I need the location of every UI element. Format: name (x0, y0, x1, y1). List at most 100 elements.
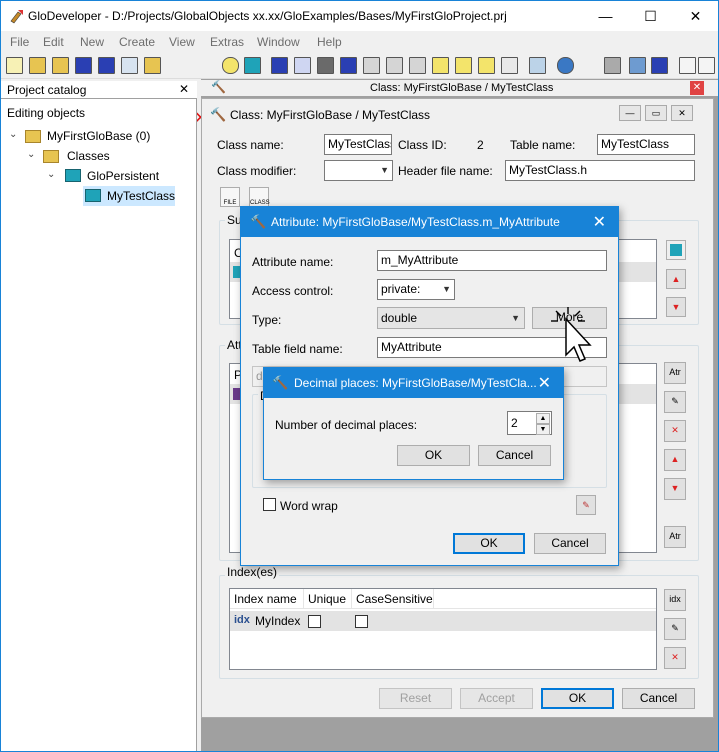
decimal-ok-button[interactable]: OK (397, 445, 470, 466)
collapse-chevron-icon[interactable]: ⌄ (47, 165, 55, 185)
decimal-dialog-titlebar: 🔨 Decimal places: MyFirstGloBase/MyTestC… (264, 368, 563, 398)
maximize-button[interactable]: ☐ (628, 1, 673, 31)
table-name-field[interactable]: MyTestClass (597, 134, 695, 155)
tree-node-classes[interactable]: ⌄ Classes (27, 146, 187, 166)
decimal-dialog-title: Decimal places: MyFirstGloBase/MyTestCla… (294, 376, 537, 390)
index-col-name[interactable]: Index name (230, 589, 304, 609)
properties-icon[interactable] (121, 57, 138, 74)
unique-checkbox[interactable] (308, 615, 321, 628)
open-db-icon[interactable] (144, 57, 161, 74)
menu-help[interactable]: Help (317, 35, 342, 49)
menu-view[interactable]: View (169, 35, 195, 49)
index-row[interactable]: idx MyIndex (230, 611, 656, 631)
folder-icon (43, 150, 59, 163)
mdi-close-icon[interactable]: ✕ (690, 81, 704, 95)
open-folder-icon[interactable] (29, 57, 46, 74)
decimal-cancel-button[interactable]: Cancel (478, 445, 551, 466)
book-icon[interactable] (679, 57, 696, 74)
super-down-icon[interactable]: ▼ (666, 297, 686, 317)
attribute-name-field[interactable]: m_MyAttribute (377, 250, 607, 271)
attribute-cancel-button[interactable]: Cancel (534, 533, 606, 554)
spin-up-icon[interactable]: ▲ (536, 413, 550, 424)
stack-icon[interactable] (294, 57, 311, 74)
help-book-icon[interactable] (698, 57, 715, 74)
new-project-icon[interactable] (6, 57, 23, 74)
class-modifier-combo[interactable]: ▼ (324, 160, 393, 181)
super-up-icon[interactable]: ▲ (666, 269, 686, 289)
attr-up-icon[interactable]: ▲ (664, 449, 686, 471)
attr-list-icon[interactable]: Atr (664, 526, 686, 548)
index-list[interactable]: Index name Unique CaseSensitive idx MyIn… (229, 588, 657, 670)
index-edit-icon[interactable]: ✎ (664, 618, 686, 640)
super-edit-icon[interactable] (666, 240, 686, 260)
globe-icon[interactable] (557, 57, 574, 74)
index-col-casesensitive[interactable]: CaseSensitive (352, 589, 434, 609)
class-ok-button[interactable]: OK (541, 688, 614, 709)
menu-new[interactable]: New (80, 35, 104, 49)
save-class-icon[interactable] (271, 57, 288, 74)
spin-down-icon[interactable]: ▼ (536, 424, 550, 435)
edit-pencil-icon[interactable]: ✎ (576, 495, 596, 515)
decimal-dialog-close-icon[interactable]: ✕ (538, 373, 551, 393)
source-icon[interactable] (478, 57, 495, 74)
accept-button[interactable]: Accept (460, 688, 533, 709)
copy2-icon[interactable] (386, 57, 403, 74)
menu-window[interactable]: Window (257, 35, 300, 49)
save-all-icon[interactable] (98, 57, 115, 74)
casesensitive-checkbox[interactable] (355, 615, 368, 628)
menu-edit[interactable]: Edit (43, 35, 64, 49)
index-list-header: Index name Unique CaseSensitive (230, 589, 656, 609)
tree-node-base[interactable]: ⌄ MyFirstGloBase (0) (9, 126, 189, 146)
layers-icon[interactable] (317, 57, 334, 74)
tree-label: MyTestClass (107, 189, 176, 203)
word-wrap-checkbox[interactable] (263, 498, 276, 511)
class-window-close[interactable]: ✕ (671, 105, 693, 121)
attr-edit-icon[interactable]: ✎ (664, 391, 686, 413)
menu-create[interactable]: Create (119, 35, 155, 49)
header-icon[interactable] (432, 57, 449, 74)
collapse-chevron-icon[interactable]: ⌄ (27, 145, 35, 165)
class-window-restore[interactable]: ▭ (645, 105, 667, 121)
class-icon[interactable] (244, 57, 261, 74)
open-base-icon[interactable] (52, 57, 69, 74)
tree-node-glopersistent[interactable]: ⌄ GloPersistent (47, 166, 187, 186)
header-file-field[interactable]: MyTestClass.h (505, 160, 695, 181)
class-button[interactable]: CLASS (249, 187, 270, 207)
minimize-button[interactable]: — (583, 1, 628, 31)
index-delete-icon[interactable]: ✕ (664, 647, 686, 669)
copy3-icon[interactable] (409, 57, 426, 74)
cascade-icon[interactable] (651, 57, 668, 74)
chevron-down-icon: ▼ (511, 313, 520, 323)
file-button[interactable]: FILE (220, 187, 240, 207)
tree-icon[interactable] (529, 57, 546, 74)
attr-down-icon[interactable]: ▼ (664, 478, 686, 500)
save-icon[interactable] (75, 57, 92, 74)
class-modifier-label: Class modifier: (217, 164, 297, 178)
catalog-close-icon[interactable]: ✕ (179, 82, 189, 96)
doc-icon[interactable] (501, 57, 518, 74)
list-icon[interactable] (340, 57, 357, 74)
attr-new-icon[interactable]: Atr (664, 362, 686, 384)
tree-node-mytestclass[interactable]: MyTestClass (83, 186, 175, 206)
class-name-field[interactable]: MyTestClass (324, 134, 392, 155)
attribute-dialog-close-icon[interactable]: ✕ (593, 212, 606, 232)
menu-file[interactable]: File (10, 35, 29, 49)
settings-icon[interactable] (604, 57, 621, 74)
index-new-icon[interactable]: idx (664, 589, 686, 611)
menu-extras[interactable]: Extras (210, 35, 244, 49)
close-button[interactable]: ✕ (673, 1, 718, 31)
type-combo[interactable]: double ▼ (377, 307, 525, 329)
class-window-minimize[interactable]: — (619, 105, 641, 121)
window-icon[interactable] (629, 57, 646, 74)
light-icon[interactable] (222, 57, 239, 74)
class-cancel-button[interactable]: Cancel (622, 688, 695, 709)
link-icon[interactable] (455, 57, 472, 74)
reset-button[interactable]: Reset (379, 688, 452, 709)
attr-delete-icon[interactable]: ✕ (664, 420, 686, 442)
access-control-combo[interactable]: private: ▼ (377, 279, 455, 300)
mouse-cursor-icon (551, 307, 592, 362)
attribute-ok-button[interactable]: OK (453, 533, 525, 554)
copy-icon[interactable] (363, 57, 380, 74)
collapse-chevron-icon[interactable]: ⌄ (9, 125, 17, 145)
index-col-unique[interactable]: Unique (304, 589, 352, 609)
